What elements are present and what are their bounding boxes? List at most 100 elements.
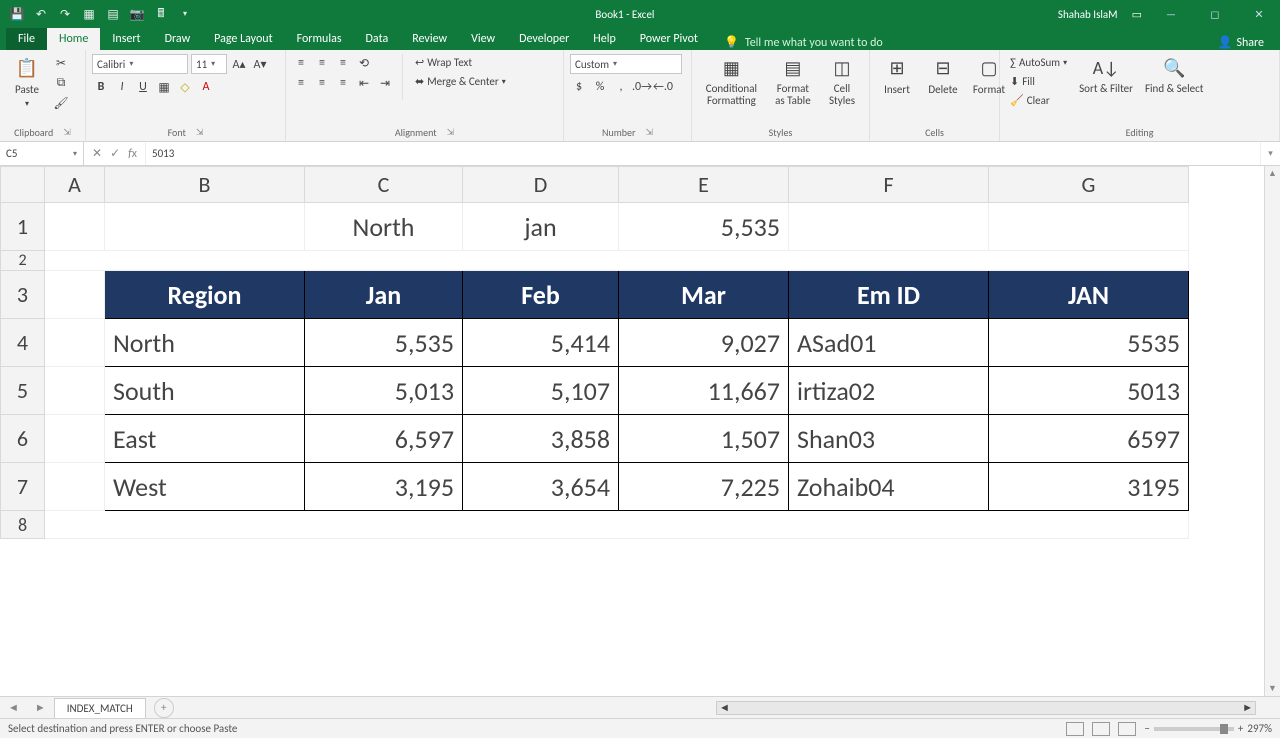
normal-view-icon[interactable] — [1066, 722, 1084, 736]
tab-review[interactable]: Review — [400, 28, 459, 50]
cell[interactable]: 5,535 — [305, 319, 463, 367]
expand-formula-bar-icon[interactable]: ▾ — [1260, 142, 1280, 165]
cell[interactable]: 7,225 — [619, 463, 789, 511]
vertical-scrollbar[interactable]: ▲▼ — [1264, 166, 1280, 696]
minimize-button[interactable]: — — [1156, 8, 1186, 21]
align-right-icon[interactable]: ≡ — [334, 74, 352, 92]
ribbon-display-icon[interactable]: ▭ — [1132, 8, 1142, 21]
decrease-font-icon[interactable]: A▾ — [251, 55, 269, 73]
cell[interactable]: North — [105, 319, 305, 367]
bold-button[interactable]: B — [92, 78, 110, 96]
formula-input[interactable]: 5013 — [146, 142, 1260, 165]
copy-icon[interactable]: ⧉ — [52, 74, 70, 92]
save-icon[interactable]: 💾 — [10, 7, 24, 21]
cell[interactable]: 3,858 — [463, 415, 619, 463]
cell-styles-button[interactable]: ◫Cell Styles — [821, 54, 863, 109]
cut-icon[interactable]: ✂ — [52, 54, 70, 72]
tab-help[interactable]: Help — [581, 28, 628, 50]
tab-data[interactable]: Data — [354, 28, 401, 50]
tab-insert[interactable]: Insert — [100, 28, 152, 50]
format-painter-icon[interactable]: 🖌 — [52, 94, 70, 112]
cell[interactable]: 3195 — [989, 463, 1189, 511]
cell[interactable]: 5,535 — [619, 203, 789, 251]
sheet-nav-next-icon[interactable]: ► — [27, 701, 54, 714]
tab-draw[interactable]: Draw — [153, 28, 203, 50]
cell[interactable]: East — [105, 415, 305, 463]
cell[interactable]: 5,414 — [463, 319, 619, 367]
cell[interactable]: jan — [463, 203, 619, 251]
table-header[interactable]: Em ID — [789, 271, 989, 319]
underline-button[interactable]: U — [134, 78, 152, 96]
tab-home[interactable]: Home — [47, 28, 100, 50]
align-middle-icon[interactable]: ≡ — [313, 54, 331, 72]
col-header-b[interactable]: B — [105, 167, 305, 203]
cell[interactable] — [45, 203, 105, 251]
qat-icon[interactable]: ▤ — [106, 7, 120, 21]
redo-icon[interactable]: ↷ — [58, 7, 72, 21]
cell[interactable]: 6597 — [989, 415, 1189, 463]
col-header-c[interactable]: C — [305, 167, 463, 203]
conditional-formatting-button[interactable]: ▦Conditional Formatting — [698, 54, 765, 109]
currency-icon[interactable]: $ — [570, 78, 588, 96]
tab-page-layout[interactable]: Page Layout — [202, 28, 284, 50]
user-name[interactable]: Shahab IslaM — [1058, 8, 1118, 21]
col-header-g[interactable]: G — [989, 167, 1189, 203]
zoom-out-icon[interactable]: − — [1144, 722, 1149, 735]
horizontal-scrollbar[interactable]: ◄► — [716, 701, 1256, 715]
qat-icon[interactable]: 📷 — [130, 7, 144, 21]
increase-decimal-icon[interactable]: .0→ — [633, 78, 651, 96]
find-select-button[interactable]: 🔍Find & Select — [1141, 54, 1207, 97]
cell[interactable] — [45, 251, 1189, 271]
table-header[interactable]: Region — [105, 271, 305, 319]
comma-icon[interactable]: , — [612, 78, 630, 96]
align-center-icon[interactable]: ≡ — [313, 74, 331, 92]
cell[interactable] — [45, 463, 105, 511]
cell[interactable] — [789, 203, 989, 251]
align-top-icon[interactable]: ≡ — [292, 54, 310, 72]
undo-icon[interactable]: ↶ — [34, 7, 48, 21]
cell[interactable]: 3,654 — [463, 463, 619, 511]
cell[interactable] — [45, 415, 105, 463]
cell[interactable] — [45, 511, 1189, 539]
percent-icon[interactable]: % — [591, 78, 609, 96]
cell[interactable]: North — [305, 203, 463, 251]
cell[interactable]: 5,013 — [305, 367, 463, 415]
cell[interactable]: 1,507 — [619, 415, 789, 463]
qat-icon[interactable]: 🖩 — [154, 7, 168, 21]
font-color-button[interactable]: A — [197, 78, 215, 96]
cell[interactable]: 3,195 — [305, 463, 463, 511]
table-header[interactable]: Feb — [463, 271, 619, 319]
increase-indent-icon[interactable]: ⇥ — [376, 74, 394, 92]
col-header-e[interactable]: E — [619, 167, 789, 203]
row-header-8[interactable]: 8 — [1, 511, 45, 539]
sheet-tab[interactable]: INDEX_MATCH — [54, 698, 146, 718]
font-size-combo[interactable]: 11 — [191, 54, 227, 74]
cell[interactable] — [45, 367, 105, 415]
share-button[interactable]: 👤 Share — [1217, 35, 1264, 50]
cell[interactable]: 11,667 — [619, 367, 789, 415]
merge-center-button[interactable]: ⬌Merge & Center▾ — [411, 73, 510, 90]
paste-button[interactable]: 📋 Paste ▾ — [6, 54, 48, 111]
align-bottom-icon[interactable]: ≡ — [334, 54, 352, 72]
qat-more-icon[interactable]: ▾ — [178, 7, 192, 21]
table-header[interactable]: Mar — [619, 271, 789, 319]
cell[interactable] — [45, 271, 105, 319]
select-all-corner[interactable] — [1, 167, 45, 203]
zoom-level[interactable]: 297% — [1247, 722, 1272, 735]
cell[interactable]: 6,597 — [305, 415, 463, 463]
zoom-in-icon[interactable]: + — [1238, 722, 1243, 735]
delete-cells-button[interactable]: ⊟Delete — [922, 54, 964, 98]
increase-font-icon[interactable]: A▴ — [230, 55, 248, 73]
row-header-5[interactable]: 5 — [1, 367, 45, 415]
insert-cells-button[interactable]: ⊞Insert — [876, 54, 918, 98]
enter-icon[interactable]: ✓ — [110, 146, 120, 161]
table-header[interactable]: JAN — [989, 271, 1189, 319]
page-layout-view-icon[interactable] — [1092, 722, 1110, 736]
wrap-text-button[interactable]: ↩Wrap Text — [411, 54, 510, 71]
row-header-3[interactable]: 3 — [1, 271, 45, 319]
row-header-6[interactable]: 6 — [1, 415, 45, 463]
name-box[interactable]: C5 — [0, 142, 84, 165]
orientation-icon[interactable]: ⟲ — [355, 54, 373, 72]
tab-file[interactable]: File — [6, 28, 47, 50]
tell-me-search[interactable]: 💡 Tell me what you want to do — [724, 35, 883, 50]
